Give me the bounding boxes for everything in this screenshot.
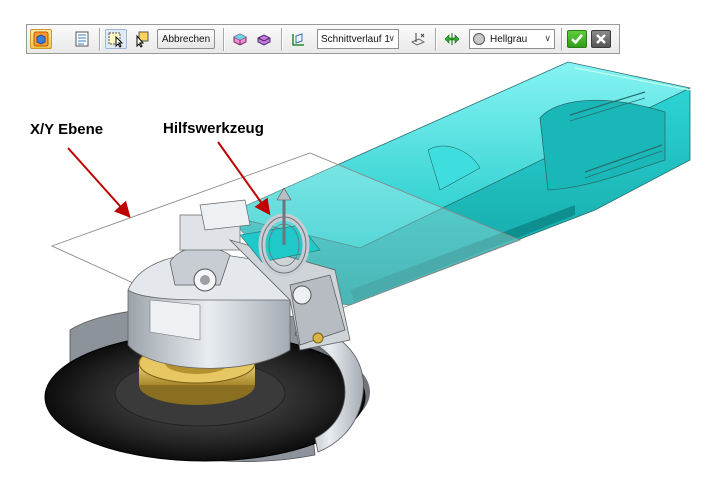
tool-label: Hilfswerkzeug [163, 120, 264, 137]
plane-annotation-arrow [67, 147, 131, 218]
model-viewport[interactable] [0, 0, 720, 492]
plane-label: X/Y Ebene [30, 121, 104, 138]
